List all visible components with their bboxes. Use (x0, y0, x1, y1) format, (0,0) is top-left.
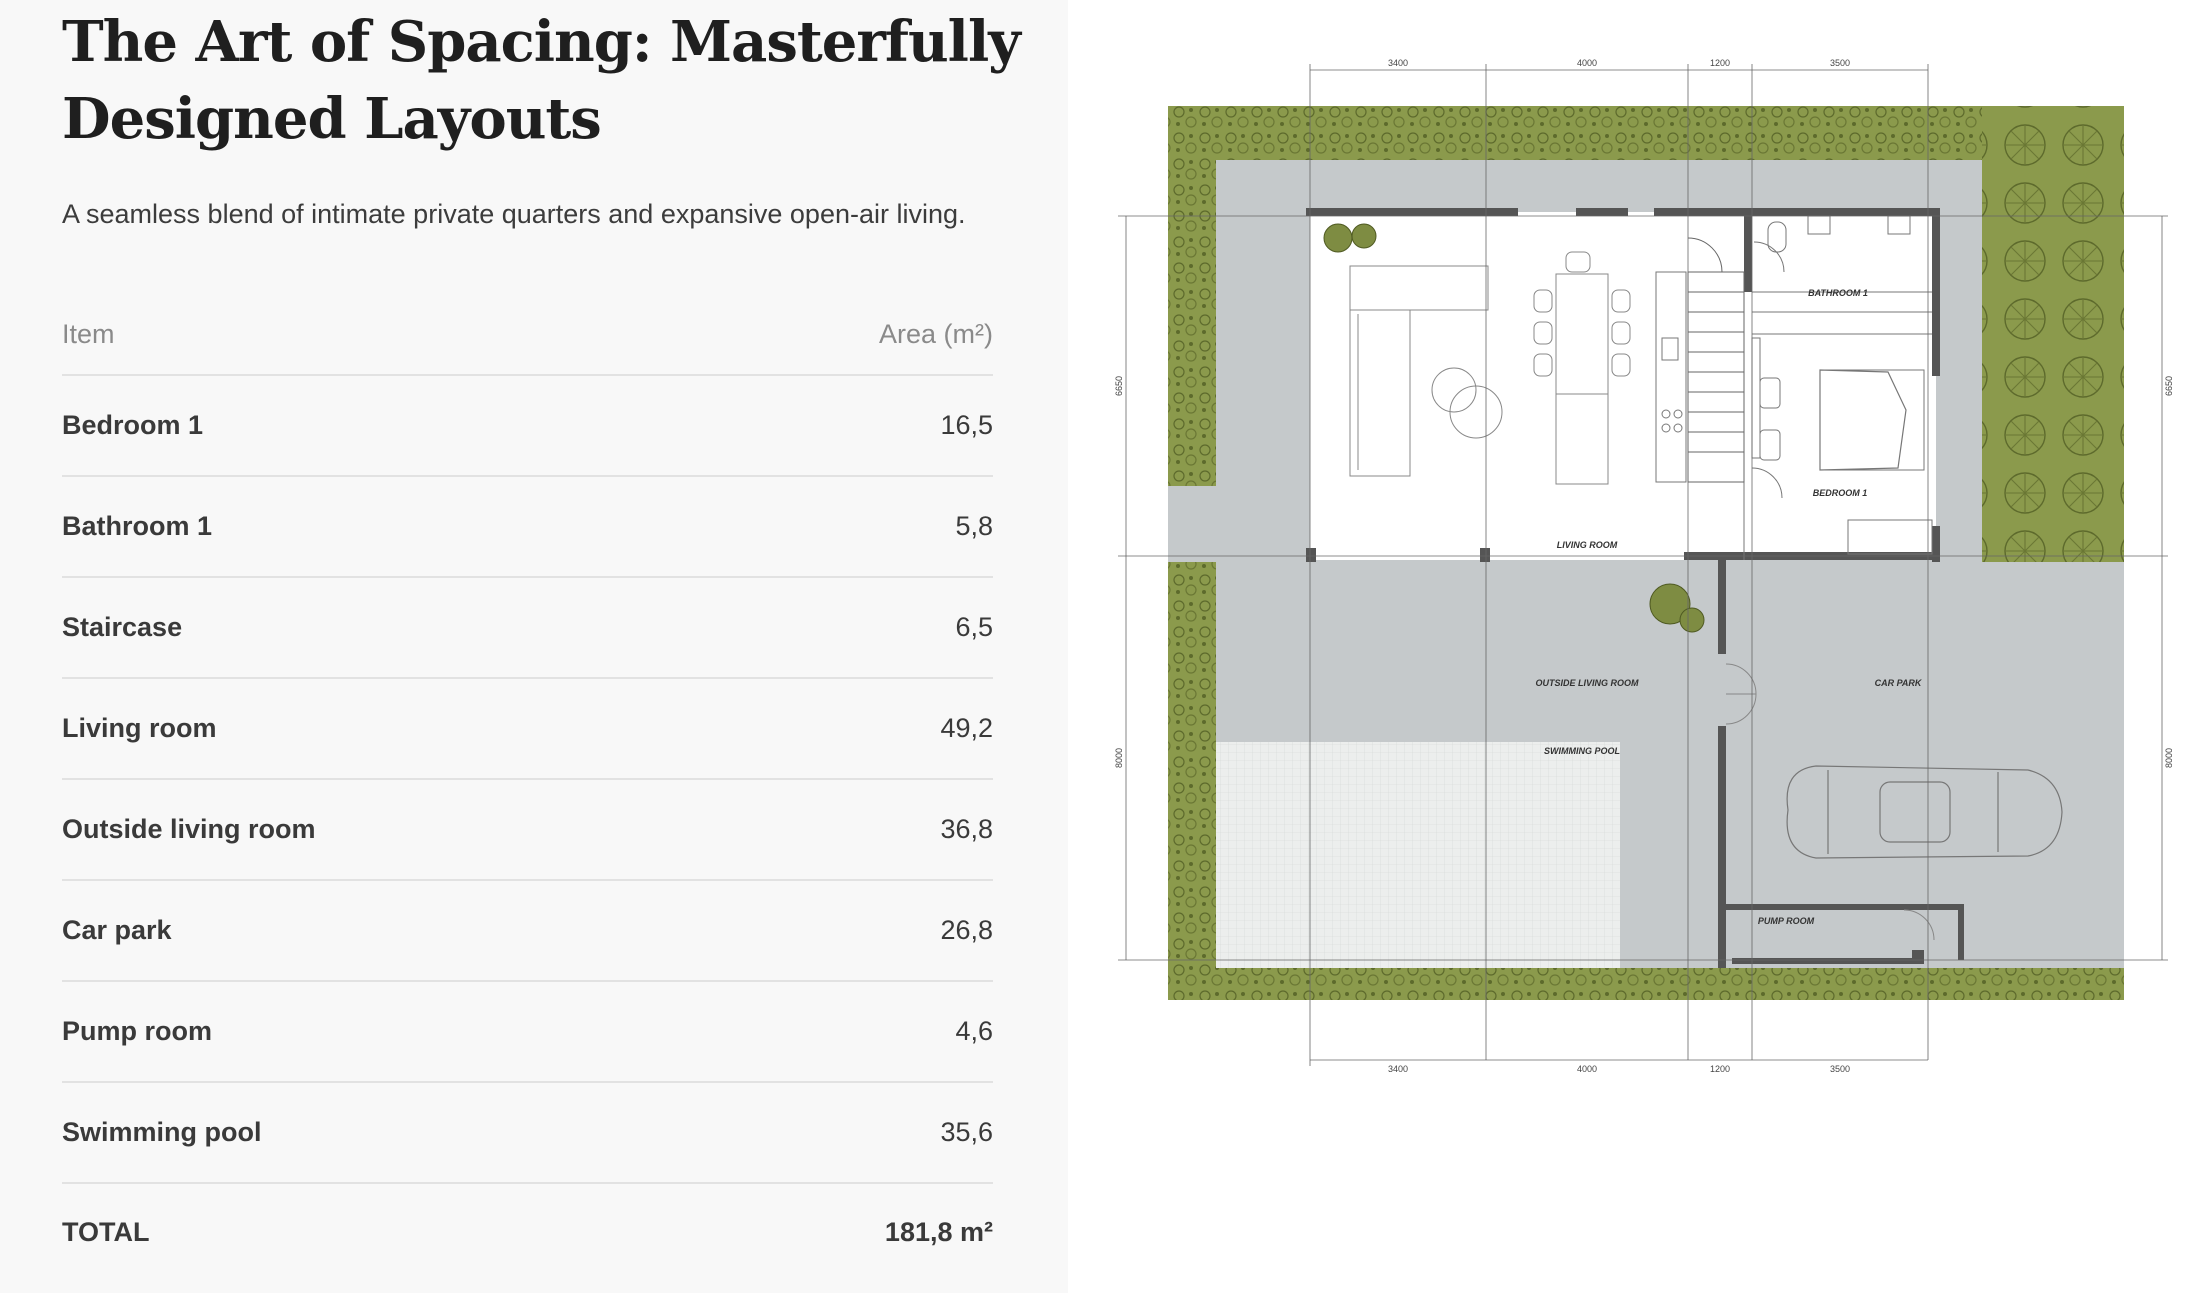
swimming-pool (1216, 742, 1620, 968)
label-bathroom: BATHROOM 1 (1808, 288, 1868, 298)
floor-plan: 3400 4000 1200 3500 3400 4000 1200 3500 … (1114, 58, 2174, 1074)
row-area: 36,8 (940, 814, 993, 844)
dim-bottom-3: 1200 (1710, 1064, 1730, 1074)
row-area: 35,6 (940, 1117, 993, 1147)
total-value: 181,8 m² (884, 1216, 993, 1247)
dim-top-4: 3500 (1830, 58, 1850, 68)
table-row: Car park 26,8 (62, 881, 993, 982)
paving-left-path (1168, 486, 1216, 562)
label-car-park: CAR PARK (1875, 678, 1923, 688)
row-area: 6,5 (955, 612, 993, 642)
row-name: Bathroom 1 (62, 511, 213, 541)
label-pump-room: PUMP ROOM (1758, 916, 1815, 926)
header-area: Area (m²) (879, 318, 993, 349)
area-table: Item Area (m²) Bedroom 1 16,5 Bathroom 1… (62, 294, 993, 1280)
dim-right-1: 6650 (2164, 376, 2174, 396)
dim-top-3: 1200 (1710, 58, 1730, 68)
garden-plants (1982, 106, 2124, 562)
table-row: Pump room 4,6 (62, 982, 993, 1083)
row-name: Outside living room (62, 814, 316, 844)
row-area: 49,2 (940, 713, 993, 743)
row-name: Car park (62, 915, 172, 945)
row-name: Living room (62, 713, 217, 743)
dim-bottom-4: 3500 (1830, 1064, 1850, 1074)
house-interior (1310, 212, 1936, 560)
dim-bottom-2: 4000 (1577, 1064, 1597, 1074)
table-row: Outside living room 36,8 (62, 780, 993, 881)
table-row: Living room 49,2 (62, 679, 993, 780)
table-row: Swimming pool 35,6 (62, 1083, 993, 1184)
dim-left-1: 6650 (1114, 376, 1124, 396)
dim-top-1: 3400 (1388, 58, 1408, 68)
info-panel: The Art of Spacing: Masterfully Designed… (0, 0, 1068, 1293)
table-row: Bathroom 1 5,8 (62, 477, 993, 578)
row-name: Swimming pool (62, 1117, 262, 1147)
total-label: TOTAL (62, 1216, 150, 1247)
dim-left-2: 8000 (1114, 748, 1124, 768)
label-outside-living: OUTSIDE LIVING ROOM (1535, 678, 1639, 688)
dim-bottom-1: 3400 (1388, 1064, 1408, 1074)
page-subtitle: A seamless blend of intimate private qua… (62, 199, 966, 229)
table-row: Staircase 6,5 (62, 578, 993, 679)
table-row: Bedroom 1 16,5 (62, 376, 993, 477)
row-name: Staircase (62, 612, 183, 642)
label-bedroom: BEDROOM 1 (1813, 488, 1868, 498)
header-item: Item (62, 318, 115, 349)
dim-top-2: 4000 (1577, 58, 1597, 68)
label-living-room: LIVING ROOM (1557, 540, 1618, 550)
row-area: 26,8 (940, 915, 993, 945)
page: The Art of Spacing: Masterfully Designed… (0, 0, 2200, 1293)
label-swimming-pool: SWIMMING POOL (1544, 746, 1620, 756)
row-area: 5,8 (955, 511, 993, 541)
table-total-row: TOTAL 181,8 m² (62, 1184, 993, 1280)
dim-right-2: 8000 (2164, 748, 2174, 768)
row-area: 4,6 (955, 1016, 993, 1046)
page-title: The Art of Spacing: Masterfully Designed… (62, 9, 1021, 152)
floor-plan-panel: 3400 4000 1200 3500 3400 4000 1200 3500 … (1068, 0, 2200, 1293)
row-name: Bedroom 1 (62, 410, 204, 440)
table-header: Item Area (m²) (62, 294, 993, 376)
row-name: Pump room (62, 1016, 213, 1046)
row-area: 16,5 (940, 410, 993, 440)
